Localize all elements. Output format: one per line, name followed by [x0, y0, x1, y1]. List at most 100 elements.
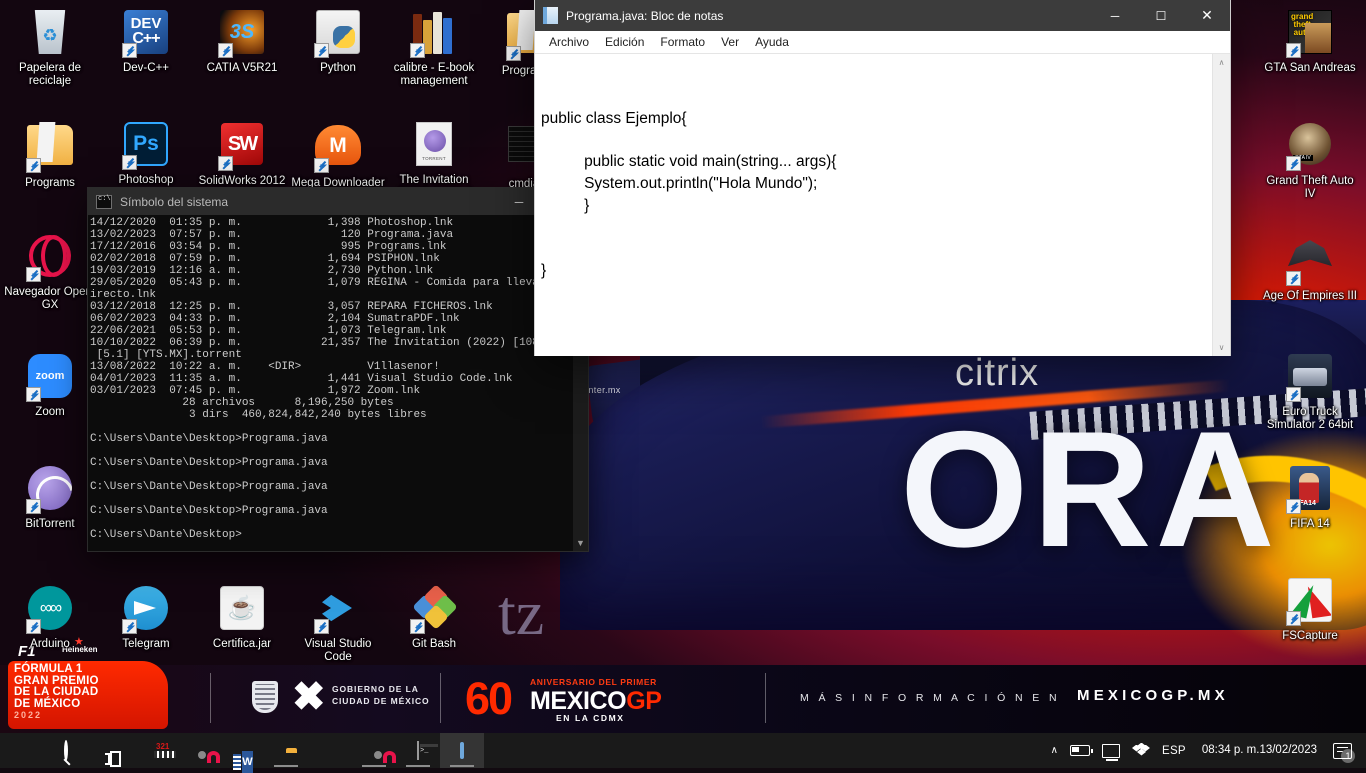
notepad-close-button[interactable]: ✕ — [1184, 0, 1230, 31]
desktop-icon-telegram[interactable]: Telegram — [98, 584, 194, 651]
notepad-window[interactable]: Programa.java: Bloc de notas ─ ☐ ✕ Archi… — [535, 0, 1230, 356]
notepad-maximize-button[interactable]: ☐ — [1138, 0, 1184, 31]
desktop-icon-vscode[interactable]: Visual Studio Code — [290, 584, 386, 664]
desktop-icon-gta-iv[interactable]: GTA IV Grand Theft Auto IV — [1262, 120, 1358, 201]
desktop-icon-label: GTA San Andreas — [1264, 62, 1356, 74]
language-indicator[interactable]: ESP — [1156, 733, 1192, 768]
gp-title-line-4: DE MÉXICO — [14, 697, 81, 710]
clock-date: 13/02/2023 — [1259, 744, 1317, 756]
start-button[interactable] — [0, 733, 44, 768]
menu-ayuda[interactable]: Ayuda — [747, 31, 797, 53]
desktop-icon-label: Certifica.jar — [212, 638, 272, 650]
notepad-menu-bar[interactable]: Archivo Edición Formato Ver Ayuda — [535, 31, 1230, 54]
desktop-icon-python[interactable]: Python — [290, 8, 386, 75]
notepad-scroll-up-arrow[interactable]: ∧ — [1213, 54, 1230, 71]
programs-folder-icon — [26, 125, 74, 173]
menu-formato[interactable]: Formato — [652, 31, 713, 53]
wallpaper-intermx-logo: inter.mx — [586, 385, 621, 395]
desktop-icon-fifa-14[interactable]: FIFA14 FIFA 14 — [1262, 464, 1358, 531]
desktop-icon-label: Grand Theft Auto IV — [1266, 175, 1354, 200]
desktop-icon-git-bash[interactable]: Git Bash — [386, 584, 482, 651]
desktop-icon-calibre[interactable]: calibre - E-book management — [386, 8, 482, 88]
desktop-icon-programs-folder[interactable]: Programs — [2, 120, 98, 190]
shortcut-arrow-icon — [122, 619, 137, 634]
shortcut-arrow-icon — [314, 158, 329, 173]
photoshop-icon: Ps — [122, 122, 170, 170]
mexico-word: MEXICO — [530, 687, 627, 715]
menu-ver[interactable]: Ver — [713, 31, 747, 53]
desktop-icon-dev-cpp[interactable]: DEV C++ Dev-C++ — [98, 8, 194, 75]
taskbar-opera-gx[interactable] — [176, 733, 220, 768]
desktop-icon-gta-san-andreas[interactable]: grand theft auto GTA San Andreas — [1262, 8, 1358, 75]
notepad-minimize-button[interactable]: ─ — [1092, 0, 1138, 31]
banner-divider-3 — [765, 673, 766, 723]
desktop-icon-zoom[interactable]: zoom Zoom — [2, 352, 98, 419]
desktop-icon-euro-truck[interactable]: Euro Truck Simulator 2 64bit — [1262, 352, 1358, 432]
cmd-scroll-down-arrow[interactable]: ▼ — [573, 535, 588, 551]
dropbox-icon[interactable] — [1126, 733, 1156, 768]
open-indicator — [406, 765, 430, 767]
cmd-console-body[interactable]: 14/12/2020 01:35 p. m. 1,398 Photoshop.l… — [88, 215, 588, 551]
banner-divider-1 — [210, 673, 211, 723]
notepad-scroll-down-arrow[interactable]: ∨ — [1213, 339, 1230, 356]
notepad-content[interactable]: public class Ejemplo{ public static void… — [535, 54, 1230, 282]
taskbar[interactable]: ∧ ESP 08:34 p. m. 13/02/2023 1 — [0, 733, 1366, 768]
taskbar-vscode[interactable] — [308, 733, 352, 768]
search-button[interactable] — [44, 733, 88, 768]
gta-san-andreas-icon: grand theft auto — [1286, 10, 1334, 58]
desktop-icon-photoshop[interactable]: Ps Photoshop — [98, 120, 194, 187]
shortcut-arrow-icon — [218, 43, 233, 58]
battery-icon[interactable] — [1064, 733, 1096, 768]
more-info-text: M Á S I N F O R M A C I Ó N E N — [800, 692, 1061, 704]
open-indicator — [274, 765, 298, 767]
notepad-title-bar[interactable]: Programa.java: Bloc de notas ─ ☐ ✕ — [535, 0, 1230, 31]
taskbar-word[interactable] — [220, 733, 264, 768]
desktop-icon-arduino[interactable]: ∞∞ Arduino — [2, 584, 98, 651]
desktop-icon-age-of-empires[interactable]: Age Of Empires III — [1262, 232, 1358, 303]
shortcut-arrow-icon — [314, 619, 329, 634]
desktop-icon-label: Photoshop — [118, 174, 174, 186]
taskbar-command-prompt[interactable] — [396, 733, 440, 768]
shortcut-arrow-icon — [1286, 43, 1301, 58]
notepad-vertical-scrollbar[interactable]: ∧ ∨ — [1212, 54, 1230, 356]
cmd-title-bar[interactable]: Símbolo del sistema ─ ☐ — [88, 188, 588, 215]
desktop-icon-java-jar[interactable]: Certifica.jar — [194, 584, 290, 651]
desktop-icon-catia[interactable]: 3S CATIA V5R21 — [194, 8, 290, 75]
desktop-icon-bittorrent[interactable]: BitTorrent — [2, 464, 98, 531]
mexico-gp-logo: MEXICOGP — [530, 687, 662, 716]
network-icon[interactable] — [1096, 733, 1126, 768]
euro-truck-icon — [1286, 354, 1334, 402]
taskbar-mpc-hc[interactable] — [132, 733, 176, 768]
notifications-icon[interactable]: 1 — [1327, 733, 1366, 768]
age-of-empires-icon — [1286, 238, 1334, 286]
desktop-icon-recycle-bin[interactable]: Papelera de reciclaje — [2, 8, 98, 88]
desktop-icon-opera-gx[interactable]: Navegador Opera GX — [2, 232, 98, 312]
vscode-icon — [314, 586, 362, 634]
taskbar-file-explorer[interactable] — [264, 733, 308, 768]
command-prompt-window[interactable]: Símbolo del sistema ─ ☐ 14/12/2020 01:35… — [88, 188, 588, 551]
shortcut-arrow-icon — [1286, 156, 1301, 171]
torrent-file-icon: TORRENT — [410, 122, 458, 170]
fscapture-icon — [1286, 578, 1334, 626]
menu-edicion[interactable]: Edición — [597, 31, 652, 53]
desktop-icon-label: Programs — [25, 177, 75, 189]
cdmx-shield-icon — [252, 681, 278, 713]
task-view-button[interactable] — [88, 733, 132, 768]
notepad-text-area[interactable]: public class Ejemplo{ public static void… — [535, 54, 1230, 356]
desktop-icon-fscapture[interactable]: FSCapture — [1262, 576, 1358, 643]
cmd-icon — [417, 740, 419, 760]
menu-archivo[interactable]: Archivo — [541, 31, 597, 53]
search-icon — [64, 739, 68, 761]
taskbar-buttons — [0, 733, 484, 768]
wallpaper-event-banner: F1 ★ Heineken FÓRMULA 1 GRAN PREMIO DE L… — [0, 636, 1366, 733]
shortcut-arrow-icon — [410, 43, 425, 58]
clock[interactable]: 08:34 p. m. 13/02/2023 — [1192, 733, 1327, 768]
system-tray[interactable]: ∧ ESP 08:34 p. m. 13/02/2023 1 — [1045, 733, 1366, 768]
taskbar-opera[interactable] — [352, 733, 396, 768]
desktop-icon-label: Age Of Empires III — [1263, 290, 1357, 302]
taskbar-notepad[interactable] — [440, 733, 484, 768]
shortcut-arrow-icon — [26, 387, 41, 402]
gov-line-1: GOBIERNO DE LA — [332, 684, 419, 694]
show-hidden-icons-button[interactable]: ∧ — [1045, 733, 1064, 768]
desktop-icon-label: Navegador Opera GX — [4, 286, 96, 311]
